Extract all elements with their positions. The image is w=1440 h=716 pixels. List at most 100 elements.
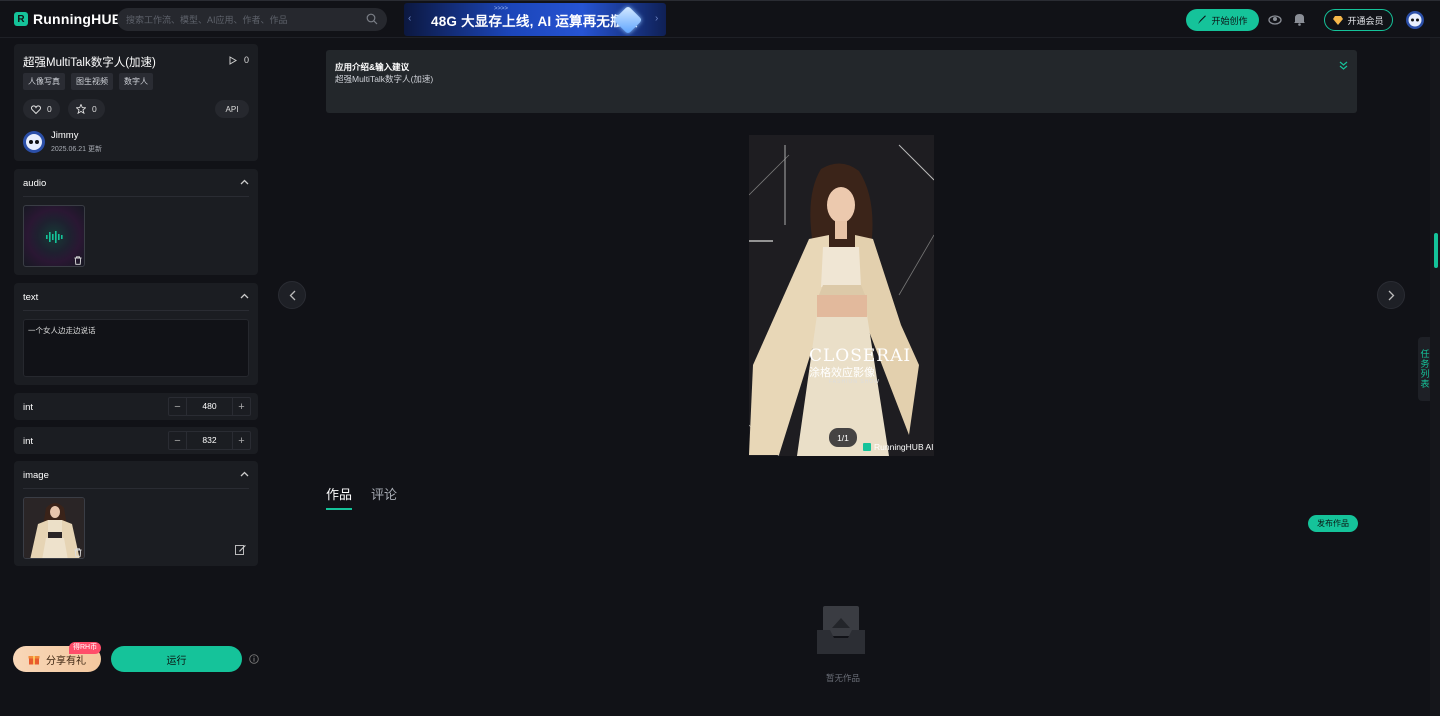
poster-small-text: FASHION SHOW bbox=[829, 379, 880, 385]
poster-title: CLOSERAI bbox=[809, 346, 912, 366]
app-intro-panel: 应用介绍&输入建议 超强MultiTalk数字人(加速) bbox=[326, 50, 1357, 113]
promo-banner[interactable]: ‹ >>>> 48G 大显存上线, AI 运算再无瓶颈 › bbox=[404, 3, 666, 36]
divider bbox=[23, 310, 249, 311]
audio-thumbnail[interactable] bbox=[23, 205, 85, 267]
start-create-label: 开始创作 bbox=[1211, 15, 1248, 26]
scrollbar-thumb[interactable] bbox=[1434, 233, 1438, 268]
trash-icon[interactable] bbox=[74, 256, 82, 265]
chevron-right-icon bbox=[1388, 290, 1394, 300]
info-icon[interactable] bbox=[249, 654, 259, 664]
audio-label: audio bbox=[23, 178, 47, 189]
double-chevron-down-icon[interactable] bbox=[1339, 61, 1348, 70]
logo-icon: R bbox=[14, 12, 28, 26]
watermark: RunningHUB AI bbox=[863, 442, 934, 452]
watermark-text: RunningHUB AI bbox=[874, 442, 934, 452]
start-create-button[interactable]: 开始创作 bbox=[1186, 9, 1259, 31]
int-height-section: int − 832 + bbox=[14, 427, 258, 454]
reward-badge: 得RH币 bbox=[69, 642, 102, 654]
increment-button[interactable]: + bbox=[233, 432, 250, 449]
author-info[interactable]: Jimmy 2025.06.21 更新 bbox=[23, 130, 102, 154]
top-bar: R RunningHUB ‹ >>>> 48G 大显存上线, AI 运算再无瓶颈… bbox=[0, 0, 1440, 38]
tag-list: 人像写真 图生视频 数字人 bbox=[23, 73, 153, 90]
int-value[interactable]: 480 bbox=[186, 398, 233, 415]
favorite-button[interactable]: 0 bbox=[68, 99, 105, 119]
open-vip-button[interactable]: 开通会员 bbox=[1324, 9, 1393, 31]
chevron-up-icon[interactable] bbox=[240, 471, 249, 477]
tag[interactable]: 图生视频 bbox=[71, 73, 113, 90]
gift-icon bbox=[28, 656, 40, 665]
logo[interactable]: R RunningHUB bbox=[14, 11, 122, 27]
search-input[interactable] bbox=[126, 11, 356, 28]
chevron-left-icon bbox=[289, 290, 295, 300]
page-scrollbar[interactable] bbox=[1430, 38, 1440, 716]
image-thumbnail[interactable] bbox=[23, 497, 85, 559]
app-title: 超强MultiTalk数字人(加速) bbox=[23, 57, 156, 69]
tag[interactable]: 人像写真 bbox=[23, 73, 65, 90]
star-icon bbox=[76, 104, 86, 114]
user-avatar[interactable] bbox=[1406, 11, 1424, 29]
next-slide-button[interactable] bbox=[1377, 281, 1405, 309]
content-tabs: 作品 评论 bbox=[326, 484, 397, 510]
banner-prev-icon[interactable]: ‹ bbox=[408, 13, 411, 24]
like-button[interactable]: 0 bbox=[23, 99, 60, 119]
fashion-poster-illustration bbox=[749, 135, 934, 456]
api-button[interactable]: API bbox=[215, 100, 249, 118]
preview-image[interactable]: CLOSERAI 涂格效应影像 FASHION SHOW bbox=[749, 135, 934, 456]
chevron-up-icon[interactable] bbox=[240, 179, 249, 185]
image-section: image bbox=[14, 461, 258, 566]
chevron-up-icon[interactable] bbox=[240, 293, 249, 299]
diamond-icon bbox=[1333, 15, 1344, 25]
decrement-button[interactable]: − bbox=[169, 432, 186, 449]
poster-subtitle: 涂格效应影像 bbox=[809, 367, 875, 379]
search-bar bbox=[117, 8, 387, 31]
image-pager: 1/1 bbox=[829, 428, 857, 447]
divider bbox=[23, 196, 249, 197]
empty-state-text: 暂无作品 bbox=[826, 673, 861, 683]
tab-comments[interactable]: 评论 bbox=[371, 484, 397, 510]
open-vip-label: 开通会员 bbox=[1347, 15, 1384, 26]
heart-icon bbox=[31, 104, 41, 114]
play-count: 0 bbox=[229, 55, 249, 65]
trash-icon[interactable] bbox=[74, 548, 82, 557]
author-avatar[interactable] bbox=[23, 131, 45, 153]
intro-heading: 应用介绍&输入建议 bbox=[335, 62, 410, 72]
int-value[interactable]: 832 bbox=[186, 432, 233, 449]
int-label: int bbox=[23, 436, 34, 447]
app-info-card: 超强MultiTalk数字人(加速) 0 人像写真 图生视频 数字人 0 0 A… bbox=[14, 44, 258, 161]
edit-image-icon[interactable] bbox=[235, 544, 246, 555]
bell-icon[interactable] bbox=[1293, 12, 1306, 26]
watermark-logo-icon bbox=[863, 443, 871, 451]
text-section: text 一个女人边走边说话 bbox=[14, 283, 258, 385]
int-width-section: int − 480 + bbox=[14, 393, 258, 420]
increment-button[interactable]: + bbox=[233, 398, 250, 415]
tab-works[interactable]: 作品 bbox=[326, 484, 353, 510]
author-name[interactable]: Jimmy bbox=[51, 130, 102, 141]
run-button[interactable]: 运行 bbox=[111, 646, 242, 672]
intro-text: 超强MultiTalk数字人(加速) bbox=[335, 74, 434, 84]
play-icon bbox=[229, 55, 237, 65]
prev-slide-button[interactable] bbox=[278, 281, 306, 309]
banner-text: 48G 大显存上线, AI 运算再无瓶颈 bbox=[431, 14, 638, 29]
image-label: image bbox=[23, 470, 49, 481]
int-label: int bbox=[23, 402, 34, 413]
decrement-button[interactable]: − bbox=[169, 398, 186, 415]
banner-next-icon[interactable]: › bbox=[655, 13, 658, 24]
audio-section: audio bbox=[14, 169, 258, 275]
divider bbox=[23, 488, 249, 489]
text-input[interactable]: 一个女人边走边说话 bbox=[23, 319, 249, 377]
int-stepper: − 832 + bbox=[168, 431, 251, 450]
search-icon[interactable] bbox=[366, 13, 378, 25]
community-icon[interactable] bbox=[1268, 12, 1282, 26]
brush-icon bbox=[1198, 15, 1207, 24]
logo-text: RunningHUB bbox=[33, 11, 123, 27]
text-label: text bbox=[23, 292, 39, 303]
tag[interactable]: 数字人 bbox=[119, 73, 153, 90]
publish-work-button[interactable]: 发布作品 bbox=[1308, 515, 1358, 532]
favorite-count: 0 bbox=[92, 104, 97, 114]
empty-inbox-icon bbox=[817, 606, 865, 654]
audio-wave-icon bbox=[46, 231, 63, 243]
like-count: 0 bbox=[47, 104, 52, 114]
updated-date: 2025.06.21 更新 bbox=[51, 146, 102, 153]
int-stepper: − 480 + bbox=[168, 397, 251, 416]
play-count-value: 0 bbox=[243, 55, 249, 65]
